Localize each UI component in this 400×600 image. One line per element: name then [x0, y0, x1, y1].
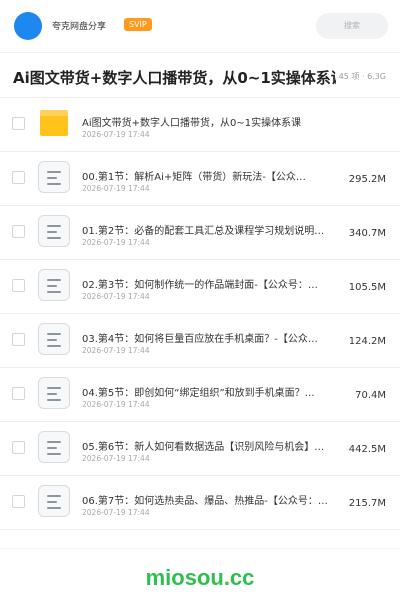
row-checkbox[interactable]: [12, 495, 25, 508]
row-checkbox[interactable]: [12, 225, 25, 238]
file-time: 2026-07-19 17:44: [82, 400, 150, 409]
file-name[interactable]: 06.第7节：如何选热卖品、爆品、热推品-【公众号：…: [82, 492, 348, 507]
row-checkbox[interactable]: [12, 117, 25, 130]
doc-icon: [38, 377, 70, 409]
header-bar: 夸克网盘分享 SVIP 搜索: [0, 0, 400, 52]
username[interactable]: 夸克网盘分享: [52, 19, 106, 32]
file-time: 2026-07-19 17:44: [82, 508, 150, 517]
file-name[interactable]: 01.第2节：必备的配套工具汇总及课程学习规划说明…: [82, 222, 348, 237]
file-row[interactable]: 04.第5节：即创如何“绑定组织”和放到手机桌面？… 2026-07-19 17:…: [0, 368, 400, 422]
file-row[interactable]: 02.第3节：如何制作统一的作品端封面-【公众号：… 2026-07-19 17:…: [0, 260, 400, 314]
row-checkbox[interactable]: [12, 171, 25, 184]
doc-icon: [38, 161, 70, 193]
doc-icon: [38, 485, 70, 517]
file-row[interactable]: 00.第1节：解析Ai+矩阵（带货）新玩法-【公众… 2026-07-19 17:…: [0, 152, 400, 206]
file-size: 70.4M: [355, 390, 386, 401]
file-row[interactable]: Ai图文带货+数字人口播带货，从0~1实操体系课 2026-07-19 17:44: [0, 98, 400, 152]
doc-icon: [38, 431, 70, 463]
file-row[interactable]: 05.第6节：新人如何看数据选品【识别风险与机会】… 2026-07-19 17:…: [0, 422, 400, 476]
share-title-bar: Ai图文带货+数字人口播带货，从0~1实操体系课 45 项 · 6.3G: [0, 52, 400, 98]
file-time: 2026-07-19 17:44: [82, 454, 150, 463]
file-time: 2026-07-19 17:44: [82, 292, 150, 301]
file-row[interactable]: 01.第2节：必备的配套工具汇总及课程学习规划说明… 2026-07-19 17:…: [0, 206, 400, 260]
doc-icon: [38, 269, 70, 301]
row-checkbox[interactable]: [12, 441, 25, 454]
file-size: 105.5M: [348, 282, 386, 293]
file-name[interactable]: Ai图文带货+数字人口播带货，从0~1实操体系课: [82, 114, 348, 129]
file-size: 295.2M: [348, 174, 386, 185]
file-name[interactable]: 05.第6节：新人如何看数据选品【识别风险与机会】…: [82, 438, 348, 453]
file-time: 2026-07-19 17:44: [82, 238, 150, 247]
file-time: 2026-07-19 17:44: [82, 130, 150, 139]
file-size: 124.2M: [348, 336, 386, 347]
file-time: 2026-07-19 17:44: [82, 184, 150, 193]
row-checkbox[interactable]: [12, 387, 25, 400]
avatar[interactable]: [14, 12, 42, 40]
share-meta: 45 项 · 6.3G: [338, 72, 386, 81]
page-title: Ai图文带货+数字人口播带货，从0~1实操体系课: [13, 69, 336, 87]
row-checkbox[interactable]: [12, 333, 25, 346]
search-input[interactable]: 搜索: [316, 13, 388, 39]
folder-icon: [40, 110, 68, 136]
file-name[interactable]: 03.第4节：如何将巨量百应放在手机桌面？-【公众…: [82, 330, 348, 345]
file-size: 215.7M: [348, 498, 386, 509]
file-time: 2026-07-19 17:44: [82, 346, 150, 355]
footer: miosou.cc: [0, 548, 400, 600]
footer-brand: miosou.cc: [145, 565, 255, 590]
file-row[interactable]: 06.第7节：如何选热卖品、爆品、热推品-【公众号：… 2026-07-19 17…: [0, 476, 400, 530]
file-size: 442.5M: [348, 444, 386, 455]
file-name[interactable]: 02.第3节：如何制作统一的作品端封面-【公众号：…: [82, 276, 348, 291]
file-row[interactable]: 03.第4节：如何将巨量百应放在手机桌面？-【公众… 2026-07-19 17:…: [0, 314, 400, 368]
svip-badge: SVIP: [124, 18, 152, 31]
file-size: 340.7M: [348, 228, 386, 239]
file-name[interactable]: 04.第5节：即创如何“绑定组织”和放到手机桌面？…: [82, 384, 348, 399]
row-checkbox[interactable]: [12, 279, 25, 292]
doc-icon: [38, 323, 70, 355]
doc-icon: [38, 215, 70, 247]
file-name[interactable]: 00.第1节：解析Ai+矩阵（带货）新玩法-【公众…: [82, 168, 348, 183]
